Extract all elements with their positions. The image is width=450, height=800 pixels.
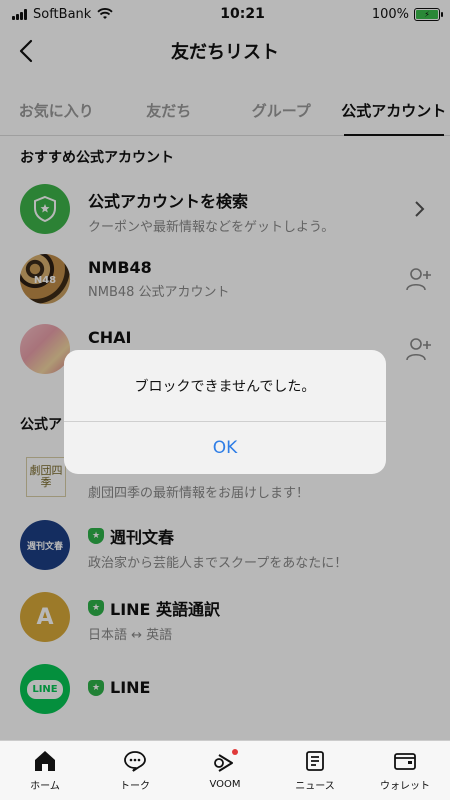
alert-dialog: ブロックできませんでした。 OK — [64, 350, 386, 474]
notification-dot — [232, 749, 238, 755]
chat-bubble-icon — [122, 749, 148, 773]
wallet-icon — [392, 749, 418, 773]
tab-voom[interactable]: VOOM — [180, 741, 270, 800]
tab-home-label: ホーム — [30, 781, 60, 792]
tab-home[interactable]: ホーム — [0, 741, 90, 800]
tab-news[interactable]: ニュース — [270, 741, 360, 800]
bottom-tab-bar: ホーム トーク VOOM ニュース ウォレット — [0, 740, 450, 800]
tab-talk-label: トーク — [120, 781, 150, 792]
tab-voom-label: VOOM — [209, 779, 241, 790]
tab-talk[interactable]: トーク — [90, 741, 180, 800]
tab-news-label: ニュース — [295, 781, 335, 792]
home-icon — [32, 749, 58, 773]
tab-wallet-label: ウォレット — [380, 781, 430, 792]
alert-message: ブロックできませんでした。 — [64, 350, 386, 422]
news-icon — [302, 749, 328, 773]
ok-button[interactable]: OK — [64, 422, 386, 474]
tab-wallet[interactable]: ウォレット — [360, 741, 450, 800]
